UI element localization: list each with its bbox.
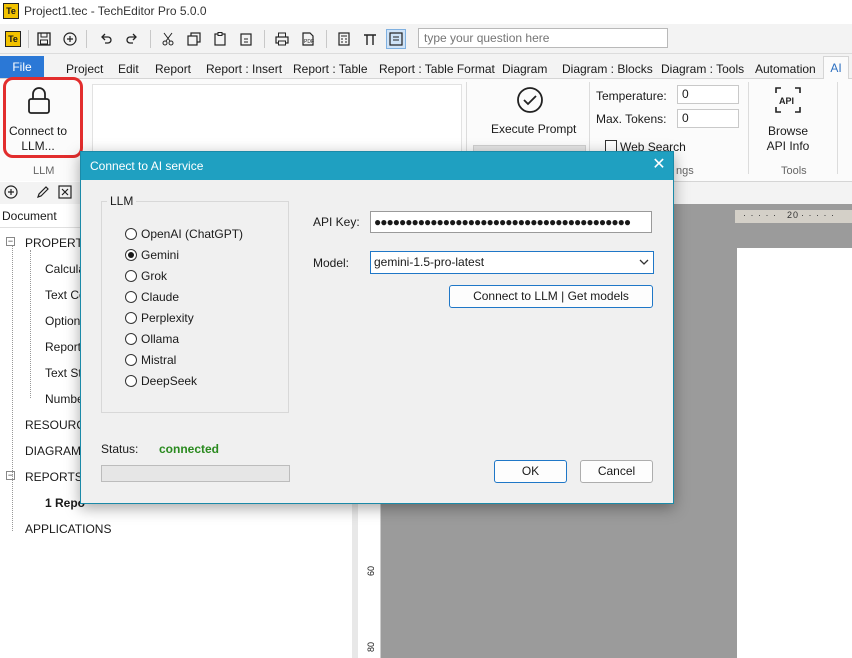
- tab-ai[interactable]: AI: [823, 56, 849, 79]
- cut-icon[interactable]: [158, 29, 178, 49]
- model-select[interactable]: gemini-1.5-pro-latest: [370, 251, 654, 274]
- label-openai: OpenAI (ChatGPT): [141, 227, 244, 241]
- check-circle-icon: [516, 86, 544, 117]
- tree-report-1[interactable]: 1 Repo: [45, 496, 85, 510]
- llm-legend: LLM: [107, 194, 137, 208]
- api-key-label: API Key:: [313, 215, 360, 229]
- label-grok: Grok: [141, 269, 168, 283]
- radio-claude[interactable]: [125, 291, 137, 303]
- ok-button[interactable]: OK: [494, 460, 567, 483]
- max-tokens-input[interactable]: 0: [677, 109, 739, 128]
- radio-ollama[interactable]: [125, 333, 137, 345]
- group-label-llm: LLM: [33, 165, 55, 177]
- tab-automation[interactable]: Automation: [755, 57, 816, 79]
- tab-diagram-blocks[interactable]: Diagram : Blocks: [562, 57, 653, 79]
- cancel-button[interactable]: Cancel: [580, 460, 653, 483]
- prompt-textbox[interactable]: [92, 84, 462, 156]
- pi-icon[interactable]: [360, 29, 380, 49]
- add-circle-icon[interactable]: [4, 185, 18, 202]
- svg-text:API: API: [779, 96, 794, 106]
- tree-number[interactable]: Numbe: [45, 392, 84, 406]
- dialog-title: Connect to AI service: [90, 159, 204, 173]
- pdf-icon[interactable]: PDF: [298, 29, 318, 49]
- label-perplexity: Perplexity: [141, 311, 194, 325]
- document-selector[interactable]: Document: [0, 206, 82, 227]
- connection-progress-bar: [101, 465, 290, 482]
- radio-grok[interactable]: [125, 270, 137, 282]
- collapse-reports-icon[interactable]: −: [6, 471, 15, 480]
- tab-report[interactable]: Report: [155, 57, 191, 79]
- execute-prompt-button[interactable]: Execute Prompt: [491, 122, 576, 136]
- app-logo-icon: Te: [3, 3, 19, 19]
- group-label-tools: Tools: [781, 165, 807, 177]
- tab-diagram[interactable]: Diagram: [502, 57, 547, 79]
- horizontal-ruler: · · · · · 20 · · · · ·: [735, 210, 852, 223]
- status-label: Status:: [101, 442, 139, 456]
- report-page: [737, 248, 852, 658]
- max-tokens-label: Max. Tokens:: [596, 112, 667, 126]
- tab-edit[interactable]: Edit: [118, 57, 139, 79]
- delete-icon[interactable]: [58, 185, 72, 202]
- edit-icon[interactable]: [36, 185, 50, 202]
- api-icon: API: [774, 86, 802, 117]
- status-value: connected: [159, 442, 220, 456]
- tree-applications[interactable]: APPLICATIONS: [25, 522, 111, 536]
- label-mistral: Mistral: [141, 353, 177, 367]
- connect-ai-dialog: Connect to AI service ✕ LLM OpenAI (Chat…: [80, 151, 674, 504]
- label-deepseek: DeepSeek: [141, 374, 198, 388]
- radio-deepseek[interactable]: [125, 375, 137, 387]
- paste-icon[interactable]: [210, 29, 230, 49]
- calculator-icon[interactable]: [334, 29, 354, 49]
- copy-icon[interactable]: [184, 29, 204, 49]
- label-claude: Claude: [141, 290, 180, 304]
- group-label-settings: ngs: [676, 165, 694, 177]
- undo-icon[interactable]: [96, 29, 116, 49]
- text-block-icon[interactable]: [386, 29, 406, 49]
- temperature-label: Temperature:: [596, 89, 667, 103]
- clipboard-icon[interactable]: [236, 29, 256, 49]
- radio-gemini[interactable]: [125, 249, 137, 261]
- tab-project[interactable]: Project: [66, 57, 103, 79]
- vertical-ruler: 60 80: [358, 504, 381, 658]
- quick-access-toolbar: Te PDF: [0, 25, 852, 54]
- window-title: Project1.tec - TechEditor Pro 5.0.0: [24, 4, 207, 18]
- app-menu-icon[interactable]: Te: [3, 29, 23, 49]
- tab-report-table[interactable]: Report : Table: [293, 57, 368, 79]
- api-key-input[interactable]: ●●●●●●●●●●●●●●●●●●●●●●●●●●●●●●●●●●●●●●●●…: [370, 211, 652, 233]
- chevron-down-icon[interactable]: [637, 255, 651, 269]
- tree-report[interactable]: Report: [45, 340, 81, 354]
- print-icon[interactable]: [272, 29, 292, 49]
- label-gemini: Gemini: [141, 248, 180, 262]
- svg-text:PDF: PDF: [304, 39, 314, 45]
- radio-mistral[interactable]: [125, 354, 137, 366]
- browse-api-info-button[interactable]: Browse API Info: [758, 124, 818, 154]
- tab-file[interactable]: File: [0, 56, 44, 78]
- connect-button-highlight: [3, 77, 83, 158]
- tab-report-insert[interactable]: Report : Insert: [206, 57, 282, 79]
- label-ollama: Ollama: [141, 332, 180, 346]
- add-icon[interactable]: [60, 29, 80, 49]
- question-search-input[interactable]: [418, 28, 668, 48]
- save-icon[interactable]: [34, 29, 54, 49]
- dialog-titlebar: Connect to AI service ✕: [81, 152, 673, 180]
- redo-icon[interactable]: [122, 29, 142, 49]
- radio-openai[interactable]: [125, 228, 137, 240]
- tab-diagram-tools[interactable]: Diagram : Tools: [661, 57, 744, 79]
- tree-text-styles[interactable]: Text St: [45, 366, 82, 380]
- radio-perplexity[interactable]: [125, 312, 137, 324]
- connect-get-models-button[interactable]: Connect to LLM | Get models: [449, 285, 653, 308]
- tab-report-table-format[interactable]: Report : Table Format: [379, 57, 495, 79]
- temperature-input[interactable]: 0: [677, 85, 739, 104]
- close-icon[interactable]: ✕: [649, 155, 669, 175]
- model-label: Model:: [313, 256, 350, 270]
- collapse-properties-icon[interactable]: −: [6, 237, 15, 246]
- title-bar: Te Project1.tec - TechEditor Pro 5.0.0: [0, 0, 852, 24]
